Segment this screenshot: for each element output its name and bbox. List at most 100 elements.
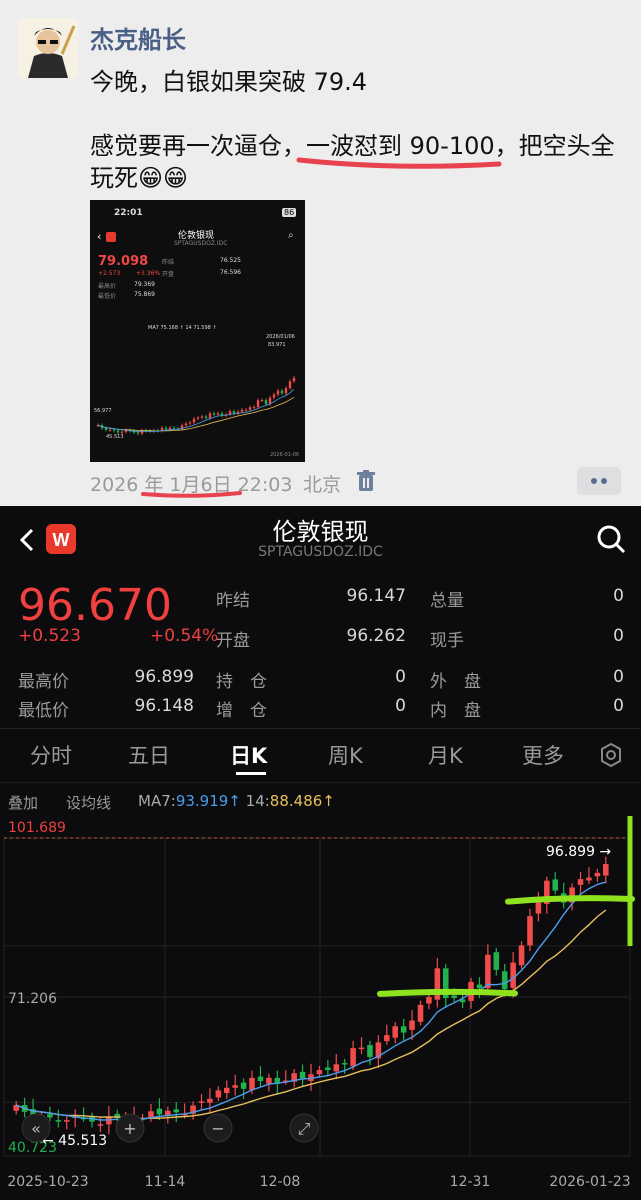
candle-body (350, 1048, 356, 1067)
stat-high-label: 最高价 (18, 672, 69, 692)
candlestick-chart[interactable]: 101.68971.20640.72396.899 →← 45.513« + − ⤢2… (0, 816, 641, 1200)
thumb-candle-body (256, 400, 260, 408)
candle-body (156, 1108, 163, 1115)
candle-body (426, 997, 432, 1004)
thumb-candle-body (232, 411, 236, 414)
thumb-candle-body (240, 409, 244, 412)
candle-body (518, 945, 525, 966)
candle-body (223, 1087, 230, 1094)
tab-monthly-k[interactable]: 月K (428, 740, 463, 770)
candle-body (594, 872, 601, 877)
tab-daily-k[interactable]: 日K (230, 740, 267, 770)
more-button[interactable] (577, 467, 621, 495)
x-tick-label: 2026-01-23 (549, 1174, 630, 1190)
settings-icon[interactable] (598, 742, 624, 768)
ma-legend: MA7:93.919↑ 14:88.486↑ (138, 792, 335, 810)
candle-body (577, 879, 584, 885)
thumb-candle-body (272, 394, 276, 398)
thumb-candle-body (264, 400, 268, 405)
thumb-candle-body (260, 400, 264, 401)
green-support-line-1 (377, 988, 518, 997)
annotation-high: 96.899 → (546, 844, 611, 860)
ma14-label: 14: (245, 792, 270, 810)
wechat-post: 杰克船长 今晚，白银如果突破 79.4 感觉要再一次逼仓，一波怼到 90-100… (0, 0, 641, 506)
tab-weekly-k[interactable]: 周K (328, 740, 363, 770)
candle-body (527, 916, 533, 946)
x-tick-label: 2025-10-23 (7, 1174, 88, 1190)
thumb-candle-body (284, 388, 288, 394)
thumb-candle-body (208, 413, 212, 419)
candle-body (535, 902, 542, 914)
thumb-lo-value: 75.869 (134, 291, 155, 298)
stat-inner-label: 内 盘 (430, 701, 481, 721)
thumb-ma14-line (97, 396, 295, 432)
candle-body (501, 971, 508, 990)
thumb-r2-label: 开盘 (162, 271, 175, 278)
red-underline-annotation (296, 157, 502, 169)
thumb-lo-label: 最低价 (98, 293, 117, 300)
author-avatar[interactable] (18, 18, 78, 78)
overlay-button[interactable]: 叠加 (8, 792, 38, 813)
stat-inner-value: 0 (613, 696, 624, 716)
candle-body (451, 995, 457, 999)
thumb-change-pct: +3.36% (136, 270, 161, 277)
instrument-symbol: SPTAGUSDOZ.IDC (258, 544, 383, 560)
candle-body (207, 1098, 213, 1103)
quote-app: W 伦敦银现 SPTAGUSDOZ.IDC 96.670 +0.523 +0.5… (0, 506, 641, 1200)
thumb-axis-end: 2026-01-06 (270, 452, 300, 458)
candle-body (173, 1109, 180, 1113)
candle-body (249, 1077, 255, 1091)
thumb-clock: 22:01 (114, 208, 143, 218)
thumb-candle-body (116, 430, 120, 433)
thumb-candle-body (136, 432, 140, 434)
active-tab-indicator (236, 772, 266, 775)
control-glyph: − (211, 1119, 224, 1138)
thumb-candle-body (252, 407, 256, 409)
candle-body (63, 1120, 70, 1122)
x-tick-label: 12-31 (450, 1174, 491, 1190)
candle-body (485, 954, 491, 989)
control-glyph: ⤢ (298, 1119, 311, 1138)
thumb-candle-body (192, 418, 196, 423)
ma7-label: MA7: (138, 792, 176, 810)
thumb-search-icon: ⌕ (288, 230, 294, 241)
thumb-candle-body (168, 427, 172, 430)
stat-prev-settle-value: 96.147 (346, 586, 406, 606)
candle-body (325, 1067, 331, 1071)
thumb-candle-body (276, 390, 280, 395)
set-ma-button[interactable]: 设均线 (66, 792, 111, 813)
candle-body (333, 1064, 340, 1072)
tab-more[interactable]: 更多 (522, 740, 564, 770)
thumb-r1-label: 昨结 (162, 259, 175, 266)
candle-body (586, 877, 592, 881)
candle-body (240, 1082, 247, 1089)
stat-low-value: 96.148 (134, 696, 194, 716)
thumb-candle-body (164, 427, 168, 430)
thumb-battery: 86 (282, 208, 297, 217)
thumb-ma7-line (97, 388, 295, 433)
thumb-candle-body (204, 416, 208, 419)
thumb-candle-body (172, 427, 176, 429)
stat-volume-value: 0 (613, 586, 624, 606)
green-support-line-2 (505, 895, 635, 905)
tab-five-day[interactable]: 五日 (128, 740, 170, 770)
y-label-mid: 71.206 (8, 991, 57, 1007)
stat-open-label: 开盘 (216, 631, 250, 651)
author-name[interactable]: 杰克船长 (90, 20, 186, 55)
ma7-value: 93.919↑ (175, 792, 241, 810)
y-label-top: 101.689 (8, 820, 66, 836)
thumb-candle-body (244, 409, 248, 411)
tab-intraday[interactable]: 分时 (30, 740, 72, 770)
screenshot-thumbnail[interactable]: 22:01 86 ‹ 伦敦银现 SPTAGUSDOZ.IDC ⌕ 79.098 … (90, 200, 305, 462)
x-tick-label: 11-14 (145, 1174, 186, 1190)
stat-outer-value: 0 (613, 667, 624, 687)
trash-icon[interactable] (356, 470, 376, 492)
divider (0, 782, 641, 783)
candle-body (198, 1101, 205, 1103)
search-icon[interactable] (596, 524, 626, 554)
thumb-candle-body (288, 381, 292, 389)
thumb-candle-body (104, 428, 108, 430)
stat-last-lot-label: 现手 (430, 631, 464, 651)
candle-body (266, 1077, 272, 1084)
thumb-candle-body (292, 377, 296, 382)
